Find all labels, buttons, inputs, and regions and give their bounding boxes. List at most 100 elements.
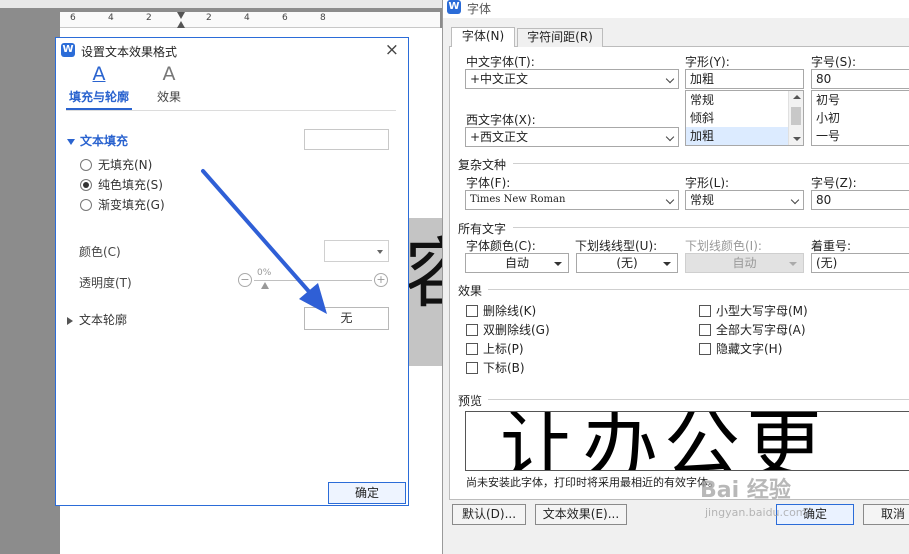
text-effect-icon: A xyxy=(162,63,176,85)
outline-value-box[interactable]: 无 xyxy=(304,307,389,330)
checkbox-hidden[interactable]: 隐藏文字(H) xyxy=(699,340,782,357)
scrollbar[interactable] xyxy=(788,91,803,145)
transparency-value: 0% xyxy=(257,268,272,278)
group-divider xyxy=(488,399,909,400)
caret-down-icon xyxy=(789,262,797,266)
list-item[interactable]: 倾斜 xyxy=(686,109,803,127)
minus-icon[interactable]: − xyxy=(238,273,252,287)
emphasis-mark-label: 着重号: xyxy=(811,239,852,253)
checkbox-label: 双删除线(G) xyxy=(483,323,550,337)
tab-fill-outline[interactable]: A 填充与轮廓 xyxy=(66,63,132,105)
complex-size-select[interactable]: 80 xyxy=(811,190,909,210)
complex-script-group-title: 复杂文种 xyxy=(458,158,507,172)
preview-group-title: 预览 xyxy=(458,394,483,408)
tab-font[interactable]: 字体(N) xyxy=(451,27,515,47)
ok-button[interactable]: 确定 xyxy=(328,482,406,504)
select-value: +中文正文 xyxy=(470,72,529,86)
panel-title: 设置文本效果格式 xyxy=(81,45,178,59)
checkbox-strikethrough[interactable]: 删除线(K) xyxy=(466,302,536,319)
indent-marker[interactable] xyxy=(177,12,185,28)
collapse-triangle-icon xyxy=(67,316,73,325)
ruler-number: 6 xyxy=(282,13,288,23)
cancel-button[interactable]: 取消 xyxy=(863,504,909,525)
checkbox-label: 上标(P) xyxy=(483,342,524,356)
section-label: 文本轮廓 xyxy=(79,313,128,327)
emphasis-mark-dropdown[interactable]: (无) xyxy=(811,253,909,273)
chevron-down-icon xyxy=(665,132,675,142)
radio-no-fill[interactable]: 无填充(N) xyxy=(80,156,152,172)
list-item[interactable]: 一号 xyxy=(812,127,909,145)
checkbox-icon xyxy=(466,343,478,355)
tab-label: 效果 xyxy=(156,90,181,104)
wps-logo-icon: W xyxy=(447,0,461,14)
font-preview-box: 让办公更 xyxy=(465,411,909,471)
select-value: 自动 xyxy=(504,256,529,270)
text-effect-button[interactable]: 文本效果(E)... xyxy=(535,504,627,525)
checkbox-label: 下标(B) xyxy=(483,361,525,375)
tab-character-spacing[interactable]: 字符间距(R) xyxy=(517,28,603,47)
dialog-titlebar: W 字体 xyxy=(443,0,909,18)
close-icon[interactable]: × xyxy=(385,40,399,60)
radio-gradient-fill[interactable]: 渐变填充(G) xyxy=(80,196,165,212)
text-outline-section-toggle[interactable]: 文本轮廓 xyxy=(67,311,127,328)
checkbox-icon xyxy=(466,362,478,374)
checkbox-subscript[interactable]: 下标(B) xyxy=(466,359,525,376)
scroll-down-icon xyxy=(793,137,801,141)
text-fill-section-toggle[interactable]: 文本填充 xyxy=(67,132,128,149)
radio-solid-fill[interactable]: 纯色填充(S) xyxy=(80,176,163,192)
section-label: 文本填充 xyxy=(80,134,129,148)
ruler-number: 4 xyxy=(108,13,114,23)
list-item[interactable]: 初号 xyxy=(812,91,909,109)
style-input[interactable]: 加粗 xyxy=(685,69,804,89)
ruler-number: 2 xyxy=(206,13,212,23)
group-divider xyxy=(488,289,909,290)
complex-font-label: 字体(F): xyxy=(466,176,511,190)
checkbox-icon xyxy=(699,324,711,336)
font-not-installed-note: 尚未安装此字体，打印时将采用最相近的有效字体。 xyxy=(466,476,719,489)
underline-style-dropdown[interactable]: (无) xyxy=(576,253,678,273)
checkbox-label: 隐藏文字(H) xyxy=(716,342,783,356)
horizontal-ruler[interactable]: 6 4 2 2 4 6 8 xyxy=(60,12,440,28)
western-font-select[interactable]: +西文正文 xyxy=(465,127,679,147)
complex-size-label: 字号(Z): xyxy=(811,176,857,190)
color-dropdown[interactable] xyxy=(324,240,389,262)
transparency-label: 透明度(T) xyxy=(79,276,132,290)
effects-group-title: 效果 xyxy=(458,284,483,298)
group-divider xyxy=(513,163,909,164)
text-effect-format-panel: W 设置文本效果格式 × A 填充与轮廓 A 效果 文本填充 无填充(N) 纯色… xyxy=(55,37,409,506)
default-button[interactable]: 默认(D)... xyxy=(452,504,526,525)
preview-text: 让办公更 xyxy=(500,411,828,471)
complex-style-select[interactable]: 常规 xyxy=(685,190,804,210)
checkbox-superscript[interactable]: 上标(P) xyxy=(466,340,524,357)
ruler-number: 4 xyxy=(244,13,250,23)
checkbox-small-caps[interactable]: 小型大写字母(M) xyxy=(699,302,808,319)
chinese-font-select[interactable]: +中文正文 xyxy=(465,69,679,89)
complex-style-label: 字形(L): xyxy=(685,176,730,190)
checkbox-label: 全部大写字母(A) xyxy=(716,323,806,337)
size-list[interactable]: 初号 小初 一号 xyxy=(811,90,909,146)
plus-icon[interactable]: + xyxy=(374,273,388,287)
chevron-down-icon xyxy=(790,195,800,205)
underline-style-label: 下划线线型(U): xyxy=(575,239,658,253)
scroll-thumb[interactable] xyxy=(791,107,801,125)
complex-font-select[interactable]: Times New Roman xyxy=(465,190,679,210)
slider-thumb[interactable] xyxy=(261,282,269,289)
baidu-watermark-url: jingyan.baidu.com xyxy=(705,506,807,519)
tab-effects[interactable]: A 效果 xyxy=(153,63,185,105)
caret-down-icon xyxy=(663,262,671,266)
font-color-dropdown[interactable]: 自动 xyxy=(465,253,569,273)
list-item[interactable]: 小初 xyxy=(812,109,909,127)
transparency-slider[interactable] xyxy=(254,280,372,281)
size-label: 字号(S): xyxy=(811,55,857,69)
list-item-selected[interactable]: 加粗 xyxy=(686,127,803,145)
size-input[interactable]: 80 xyxy=(811,69,909,89)
radio-icon xyxy=(80,199,92,211)
scroll-up-icon xyxy=(793,95,801,99)
checkbox-double-strikethrough[interactable]: 双删除线(G) xyxy=(466,321,550,338)
style-list[interactable]: 常规 倾斜 加粗 xyxy=(685,90,804,146)
western-font-label: 西文字体(X): xyxy=(466,113,536,127)
chevron-down-icon xyxy=(665,74,675,84)
list-item[interactable]: 常规 xyxy=(686,91,803,109)
checkbox-all-caps[interactable]: 全部大写字母(A) xyxy=(699,321,806,338)
divider xyxy=(66,110,396,111)
